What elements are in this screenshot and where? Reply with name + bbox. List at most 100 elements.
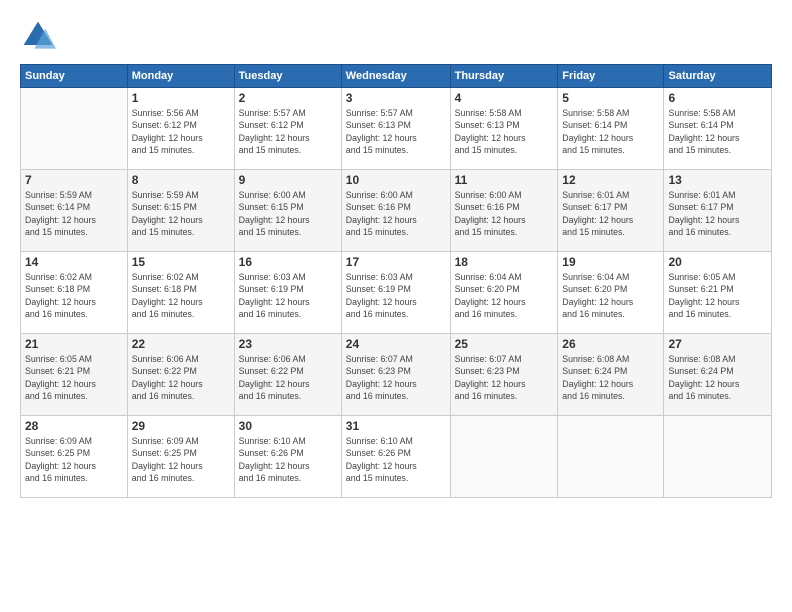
calendar-cell: 29 Sunrise: 6:09 AM Sunset: 6:25 PM Dayli… <box>127 416 234 498</box>
calendar-day-header: Saturday <box>664 65 772 88</box>
logo <box>20 18 62 54</box>
calendar-cell: 28 Sunrise: 6:09 AM Sunset: 6:25 PM Dayli… <box>21 416 128 498</box>
day-info: Sunrise: 6:09 AM Sunset: 6:25 PM Dayligh… <box>25 435 123 484</box>
day-number: 13 <box>668 173 767 187</box>
day-number: 17 <box>346 255 446 269</box>
day-number: 9 <box>239 173 337 187</box>
calendar-cell: 22 Sunrise: 6:06 AM Sunset: 6:22 PM Dayli… <box>127 334 234 416</box>
calendar-cell: 7 Sunrise: 5:59 AM Sunset: 6:14 PM Daylig… <box>21 170 128 252</box>
calendar-cell: 30 Sunrise: 6:10 AM Sunset: 6:26 PM Dayli… <box>234 416 341 498</box>
calendar-cell <box>21 88 128 170</box>
day-info: Sunrise: 5:59 AM Sunset: 6:14 PM Dayligh… <box>25 189 123 238</box>
calendar-week-row: 1 Sunrise: 5:56 AM Sunset: 6:12 PM Daylig… <box>21 88 772 170</box>
day-number: 5 <box>562 91 659 105</box>
day-info: Sunrise: 5:57 AM Sunset: 6:13 PM Dayligh… <box>346 107 446 156</box>
calendar-cell: 18 Sunrise: 6:04 AM Sunset: 6:20 PM Dayli… <box>450 252 558 334</box>
day-info: Sunrise: 6:02 AM Sunset: 6:18 PM Dayligh… <box>25 271 123 320</box>
day-info: Sunrise: 6:00 AM Sunset: 6:15 PM Dayligh… <box>239 189 337 238</box>
calendar-cell: 25 Sunrise: 6:07 AM Sunset: 6:23 PM Dayli… <box>450 334 558 416</box>
day-number: 22 <box>132 337 230 351</box>
calendar-day-header: Wednesday <box>341 65 450 88</box>
calendar-cell <box>558 416 664 498</box>
calendar-cell: 20 Sunrise: 6:05 AM Sunset: 6:21 PM Dayli… <box>664 252 772 334</box>
day-number: 12 <box>562 173 659 187</box>
calendar-table: SundayMondayTuesdayWednesdayThursdayFrid… <box>20 64 772 498</box>
calendar-cell: 4Sunrise: 5:58 AM Sunset: 6:13 PM Daylig… <box>450 88 558 170</box>
calendar-cell: 10 Sunrise: 6:00 AM Sunset: 6:16 PM Dayli… <box>341 170 450 252</box>
calendar-day-header: Thursday <box>450 65 558 88</box>
day-info: Sunrise: 6:08 AM Sunset: 6:24 PM Dayligh… <box>562 353 659 402</box>
day-info: Sunrise: 6:01 AM Sunset: 6:17 PM Dayligh… <box>562 189 659 238</box>
day-info: Sunrise: 6:00 AM Sunset: 6:16 PM Dayligh… <box>455 189 554 238</box>
day-info: Sunrise: 6:00 AM Sunset: 6:16 PM Dayligh… <box>346 189 446 238</box>
day-number: 19 <box>562 255 659 269</box>
day-info: Sunrise: 6:04 AM Sunset: 6:20 PM Dayligh… <box>562 271 659 320</box>
day-number: 18 <box>455 255 554 269</box>
calendar-week-row: 28 Sunrise: 6:09 AM Sunset: 6:25 PM Dayli… <box>21 416 772 498</box>
calendar-cell: 15Sunrise: 6:02 AM Sunset: 6:18 PM Dayli… <box>127 252 234 334</box>
calendar-cell: 3Sunrise: 5:57 AM Sunset: 6:13 PM Daylig… <box>341 88 450 170</box>
calendar-cell: 5 Sunrise: 5:58 AM Sunset: 6:14 PM Daylig… <box>558 88 664 170</box>
day-number: 8 <box>132 173 230 187</box>
day-info: Sunrise: 6:06 AM Sunset: 6:22 PM Dayligh… <box>132 353 230 402</box>
day-number: 25 <box>455 337 554 351</box>
day-info: Sunrise: 6:02 AM Sunset: 6:18 PM Dayligh… <box>132 271 230 320</box>
day-info: Sunrise: 6:08 AM Sunset: 6:24 PM Dayligh… <box>668 353 767 402</box>
calendar-cell: 6Sunrise: 5:58 AM Sunset: 6:14 PM Daylig… <box>664 88 772 170</box>
page: SundayMondayTuesdayWednesdayThursdayFrid… <box>0 0 792 612</box>
day-info: Sunrise: 6:01 AM Sunset: 6:17 PM Dayligh… <box>668 189 767 238</box>
day-number: 20 <box>668 255 767 269</box>
day-info: Sunrise: 6:05 AM Sunset: 6:21 PM Dayligh… <box>668 271 767 320</box>
day-info: Sunrise: 6:07 AM Sunset: 6:23 PM Dayligh… <box>346 353 446 402</box>
calendar-cell: 11Sunrise: 6:00 AM Sunset: 6:16 PM Dayli… <box>450 170 558 252</box>
day-number: 30 <box>239 419 337 433</box>
calendar-cell: 31 Sunrise: 6:10 AM Sunset: 6:26 PM Dayli… <box>341 416 450 498</box>
day-number: 1 <box>132 91 230 105</box>
day-number: 16 <box>239 255 337 269</box>
calendar-cell: 26Sunrise: 6:08 AM Sunset: 6:24 PM Dayli… <box>558 334 664 416</box>
calendar-cell: 14 Sunrise: 6:02 AM Sunset: 6:18 PM Dayli… <box>21 252 128 334</box>
calendar-cell: 13 Sunrise: 6:01 AM Sunset: 6:17 PM Dayli… <box>664 170 772 252</box>
calendar-cell: 16 Sunrise: 6:03 AM Sunset: 6:19 PM Dayli… <box>234 252 341 334</box>
calendar-week-row: 21Sunrise: 6:05 AM Sunset: 6:21 PM Dayli… <box>21 334 772 416</box>
calendar-cell <box>664 416 772 498</box>
day-info: Sunrise: 6:10 AM Sunset: 6:26 PM Dayligh… <box>346 435 446 484</box>
day-number: 29 <box>132 419 230 433</box>
day-info: Sunrise: 6:07 AM Sunset: 6:23 PM Dayligh… <box>455 353 554 402</box>
day-info: Sunrise: 6:09 AM Sunset: 6:25 PM Dayligh… <box>132 435 230 484</box>
calendar-cell: 27 Sunrise: 6:08 AM Sunset: 6:24 PM Dayli… <box>664 334 772 416</box>
calendar-cell: 8 Sunrise: 5:59 AM Sunset: 6:15 PM Daylig… <box>127 170 234 252</box>
day-info: Sunrise: 6:10 AM Sunset: 6:26 PM Dayligh… <box>239 435 337 484</box>
calendar-cell <box>450 416 558 498</box>
day-number: 14 <box>25 255 123 269</box>
day-number: 10 <box>346 173 446 187</box>
day-info: Sunrise: 5:58 AM Sunset: 6:14 PM Dayligh… <box>562 107 659 156</box>
calendar-cell: 1 Sunrise: 5:56 AM Sunset: 6:12 PM Daylig… <box>127 88 234 170</box>
day-info: Sunrise: 6:03 AM Sunset: 6:19 PM Dayligh… <box>239 271 337 320</box>
calendar-day-header: Tuesday <box>234 65 341 88</box>
calendar-cell: 23Sunrise: 6:06 AM Sunset: 6:22 PM Dayli… <box>234 334 341 416</box>
day-info: Sunrise: 6:04 AM Sunset: 6:20 PM Dayligh… <box>455 271 554 320</box>
calendar-cell: 21Sunrise: 6:05 AM Sunset: 6:21 PM Dayli… <box>21 334 128 416</box>
day-number: 24 <box>346 337 446 351</box>
day-info: Sunrise: 5:57 AM Sunset: 6:12 PM Dayligh… <box>239 107 337 156</box>
calendar-cell: 17Sunrise: 6:03 AM Sunset: 6:19 PM Dayli… <box>341 252 450 334</box>
day-number: 31 <box>346 419 446 433</box>
calendar-cell: 9 Sunrise: 6:00 AM Sunset: 6:15 PM Daylig… <box>234 170 341 252</box>
header <box>20 18 772 54</box>
day-info: Sunrise: 5:59 AM Sunset: 6:15 PM Dayligh… <box>132 189 230 238</box>
calendar-day-header: Sunday <box>21 65 128 88</box>
day-info: Sunrise: 6:05 AM Sunset: 6:21 PM Dayligh… <box>25 353 123 402</box>
day-number: 27 <box>668 337 767 351</box>
day-number: 7 <box>25 173 123 187</box>
calendar-cell: 12 Sunrise: 6:01 AM Sunset: 6:17 PM Dayli… <box>558 170 664 252</box>
calendar-cell: 2Sunrise: 5:57 AM Sunset: 6:12 PM Daylig… <box>234 88 341 170</box>
calendar-cell: 19 Sunrise: 6:04 AM Sunset: 6:20 PM Dayli… <box>558 252 664 334</box>
day-info: Sunrise: 6:06 AM Sunset: 6:22 PM Dayligh… <box>239 353 337 402</box>
day-info: Sunrise: 5:58 AM Sunset: 6:13 PM Dayligh… <box>455 107 554 156</box>
calendar-week-row: 14 Sunrise: 6:02 AM Sunset: 6:18 PM Dayli… <box>21 252 772 334</box>
day-info: Sunrise: 5:58 AM Sunset: 6:14 PM Dayligh… <box>668 107 767 156</box>
day-info: Sunrise: 5:56 AM Sunset: 6:12 PM Dayligh… <box>132 107 230 156</box>
calendar-week-row: 7 Sunrise: 5:59 AM Sunset: 6:14 PM Daylig… <box>21 170 772 252</box>
day-number: 28 <box>25 419 123 433</box>
